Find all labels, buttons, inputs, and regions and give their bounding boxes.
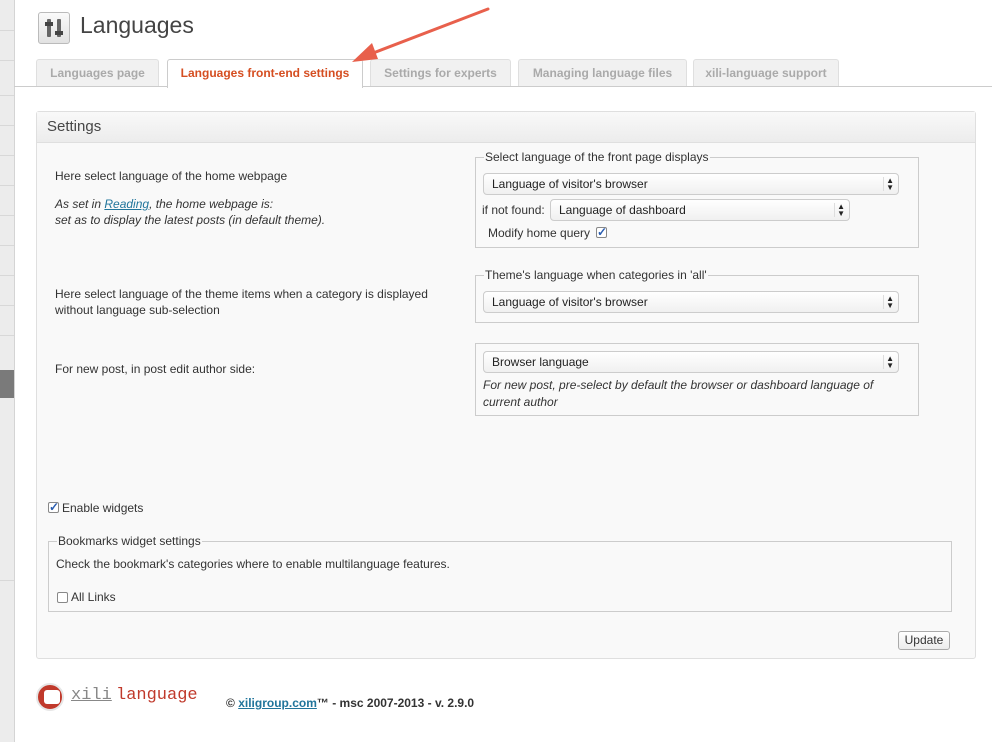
new-post-help-line2: current author (483, 395, 558, 409)
check-icon: ✓ (597, 225, 608, 239)
menu-divider (0, 335, 14, 336)
theme-language-description-line2: without language sub-selection (55, 303, 220, 317)
front-page-language-legend: Select language of the front page displa… (484, 150, 710, 164)
all-links-checkbox[interactable] (57, 592, 68, 603)
modify-home-query-checkbox[interactable]: ✓ (596, 225, 608, 239)
all-links-label: All Links (71, 590, 116, 604)
current-menu-pointer (0, 370, 14, 398)
settings-heading: Settings (37, 112, 975, 143)
select-arrows-icon: ▲ ▼ (834, 203, 845, 218)
reading-link[interactable]: Reading (104, 197, 149, 211)
enable-widgets-label: Enable widgets (62, 501, 144, 515)
modify-home-query-label: Modify home query (488, 226, 591, 240)
theme-language-select[interactable]: Language of visitor's browser ▲ ▼ (483, 291, 899, 313)
menu-divider (0, 275, 14, 276)
menu-divider (0, 185, 14, 186)
theme-language-description-line1: Here select language of the theme items … (55, 287, 428, 301)
menu-divider (0, 125, 14, 126)
xili-logo-icon (36, 683, 64, 711)
bookmarks-widget-fieldset: Bookmarks widget settings (48, 534, 952, 612)
menu-divider (0, 155, 14, 156)
brand-name-part2: language (116, 686, 198, 705)
xiligroup-link[interactable]: xiligroup.com (238, 696, 317, 710)
theme-language-legend: Theme's language when categories in 'all… (484, 268, 708, 282)
menu-divider (0, 245, 14, 246)
check-icon: ✓ (49, 500, 60, 514)
select-arrows-icon: ▲ ▼ (883, 355, 894, 370)
annotation-arrow-icon (352, 7, 490, 62)
footer-copyright: © xiligroup.com™ - msc 2007-2013 - v. 2.… (226, 696, 475, 710)
not-found-label: if not found: (482, 203, 545, 217)
menu-divider (0, 580, 14, 581)
new-post-help-line1: For new post, pre-select by default the … (483, 378, 874, 392)
not-found-language-select[interactable]: Language of dashboard ▲ ▼ (550, 199, 850, 221)
home-reading-note-line2: set as to display the latest posts (in d… (55, 213, 326, 227)
update-button[interactable]: Update (898, 631, 950, 650)
menu-divider (0, 305, 14, 306)
enable-widgets-checkbox[interactable]: ✓ (48, 500, 60, 514)
select-arrows-icon: ▲ ▼ (883, 295, 894, 310)
new-post-description: For new post, in post edit author side: (55, 362, 256, 376)
bookmarks-help-text: Check the bookmark's categories where to… (56, 557, 450, 571)
brand-name-part1: xili (71, 686, 112, 705)
new-post-language-select[interactable]: Browser language ▲ ▼ (483, 351, 899, 373)
select-arrows-icon: ▲ ▼ (883, 177, 894, 192)
menu-divider (0, 215, 14, 216)
front-page-language-select[interactable]: Language of visitor's browser ▲ ▼ (483, 173, 899, 195)
home-language-description: Here select language of the home webpage (55, 169, 288, 183)
bookmarks-widget-legend: Bookmarks widget settings (57, 534, 202, 548)
home-reading-note: As set in Reading, the home webpage is: (55, 197, 274, 211)
